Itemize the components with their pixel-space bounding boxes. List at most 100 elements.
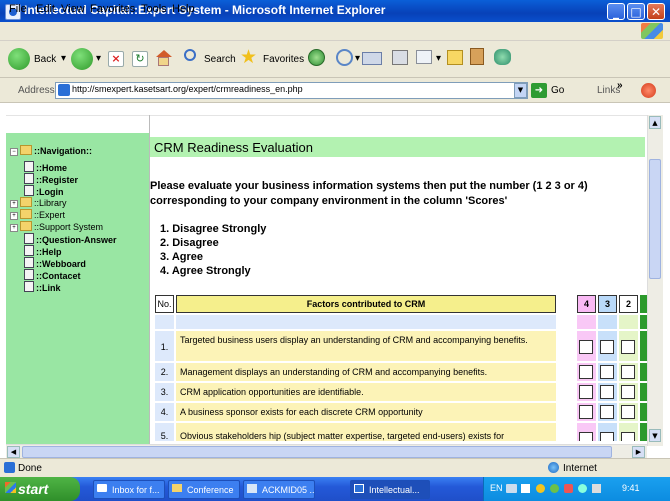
row-5-score-2-checkbox[interactable]: [621, 432, 635, 441]
favorites-label[interactable]: Favorites: [263, 54, 304, 65]
row-4-score-4-checkbox[interactable]: [579, 405, 593, 419]
menu-tools[interactable]: Tools: [141, 3, 167, 15]
address-dropdown-icon[interactable]: ▼: [514, 83, 527, 98]
close-button[interactable]: ✕: [647, 3, 665, 20]
collapse-icon[interactable]: −: [10, 148, 18, 156]
app-task-icon: [247, 484, 257, 493]
sidebar-item-link[interactable]: ::Link: [24, 281, 61, 293]
history-dropdown-icon[interactable]: ▾: [355, 53, 360, 64]
sidebar-item-support-system[interactable]: +::Support System: [10, 221, 103, 232]
back-dropdown-icon[interactable]: ▾: [61, 53, 66, 64]
favorites-star-icon[interactable]: ★: [240, 46, 257, 68]
minimize-button[interactable]: _: [607, 3, 625, 20]
go-arrow-icon[interactable]: ➜: [531, 83, 547, 98]
language-indicator[interactable]: EN: [490, 483, 503, 493]
search-label[interactable]: Search: [204, 54, 236, 65]
row-3-s2-cell: [619, 383, 638, 401]
row-2-score-2-checkbox[interactable]: [621, 365, 635, 379]
menu-edit[interactable]: Edit: [36, 3, 55, 15]
tray-app-icon[interactable]: [550, 484, 559, 493]
go-button[interactable]: Go: [551, 85, 564, 96]
toolbar-extension-icon[interactable]: [641, 83, 656, 98]
row-4-s2-cell: [619, 403, 638, 421]
row-4-score-3-checkbox[interactable]: [600, 405, 614, 419]
forward-arrow-icon[interactable]: [71, 48, 93, 70]
row-5-score-4-checkbox[interactable]: [579, 432, 593, 441]
spacer-factors: [176, 315, 556, 329]
sidebar-item-contacet[interactable]: ::Contacet: [24, 269, 81, 281]
vertical-scroll-thumb[interactable]: [649, 159, 661, 279]
sidebar-item-webboard[interactable]: ::Webboard: [24, 257, 86, 269]
edit-dropdown-icon[interactable]: ▾: [436, 53, 441, 64]
tray-messenger-icon[interactable]: [578, 484, 587, 493]
forward-dropdown-icon[interactable]: ▾: [96, 53, 101, 64]
back-label[interactable]: Back: [34, 54, 56, 65]
tray-volume-icon[interactable]: [592, 484, 601, 493]
research-icon[interactable]: [470, 48, 484, 65]
search-icon[interactable]: [184, 49, 196, 61]
horizontal-scrollbar[interactable]: ◀ ▶: [6, 444, 647, 459]
row-4-s1-cell: [640, 403, 647, 421]
discuss-icon[interactable]: [447, 50, 463, 65]
scroll-up-icon[interactable]: ▲: [649, 116, 661, 129]
links-expand-icon[interactable]: »: [617, 80, 623, 91]
maximize-button[interactable]: □: [627, 3, 645, 20]
nav-header[interactable]: −::Navigation::: [10, 145, 92, 156]
address-url[interactable]: http://smexpert.kasetsart.org/expert/crm…: [72, 84, 303, 94]
row-3-score-2-checkbox[interactable]: [621, 385, 635, 399]
scroll-down-icon[interactable]: ▼: [649, 429, 661, 442]
back-arrow-icon[interactable]: [8, 48, 30, 70]
sidebar-item-login[interactable]: :Login: [24, 185, 64, 197]
edit-icon[interactable]: [416, 50, 432, 64]
scroll-left-icon[interactable]: ◀: [7, 446, 20, 458]
page-icon: [24, 257, 34, 268]
refresh-icon[interactable]: ↻: [132, 51, 148, 67]
ie-task-icon: [354, 484, 364, 493]
menu-file[interactable]: File: [9, 3, 27, 15]
row-4-score-2-checkbox[interactable]: [621, 405, 635, 419]
row-3-score-4-checkbox[interactable]: [579, 385, 593, 399]
spacer-no: [155, 315, 174, 329]
expand-icon[interactable]: +: [10, 212, 18, 220]
address-label: Address: [18, 85, 55, 96]
tray-keyboard-icon[interactable]: [506, 484, 517, 493]
messenger-icon[interactable]: [494, 49, 511, 65]
sidebar-item-label: ::Register: [36, 175, 79, 185]
sidebar-item-register[interactable]: ::Register: [24, 173, 78, 185]
row-3-score-3-checkbox[interactable]: [600, 385, 614, 399]
tray-help-icon[interactable]: [536, 484, 545, 493]
row-1-score-4-checkbox[interactable]: [579, 340, 593, 354]
row-5-score-3-checkbox[interactable]: [600, 432, 614, 441]
menu-view[interactable]: View: [61, 3, 85, 15]
row-2-score-3-checkbox[interactable]: [600, 365, 614, 379]
sidebar-item-question-answer[interactable]: ::Question-Answer: [24, 233, 117, 245]
expand-icon[interactable]: +: [10, 224, 18, 232]
home-icon[interactable]: [155, 50, 173, 66]
frame-divider: [149, 115, 150, 445]
menu-favorites[interactable]: Favorites: [90, 3, 135, 15]
scroll-right-icon[interactable]: ▶: [632, 446, 645, 458]
vertical-scrollbar[interactable]: ▲ ▼: [647, 115, 663, 446]
menu-help[interactable]: Help: [172, 3, 195, 15]
history-icon[interactable]: [336, 49, 353, 66]
row-2-s4-cell: [577, 363, 596, 381]
stop-icon[interactable]: ×: [108, 51, 124, 67]
row-1-score-2-checkbox[interactable]: [621, 340, 635, 354]
horizontal-scroll-thumb[interactable]: [22, 446, 612, 458]
expand-icon[interactable]: +: [10, 200, 18, 208]
mail-icon[interactable]: [362, 52, 382, 65]
row-1-score-3-checkbox[interactable]: [600, 340, 614, 354]
tray-network-icon[interactable]: [521, 484, 530, 493]
sidebar-item-help[interactable]: ::Help: [24, 245, 62, 257]
row-4-s4-cell: [577, 403, 596, 421]
row-2-score-4-checkbox[interactable]: [579, 365, 593, 379]
sidebar-item-home[interactable]: ::Home: [24, 161, 67, 173]
sidebar-item-expert[interactable]: +::Expert: [10, 209, 65, 220]
start-label[interactable]: start: [18, 481, 48, 497]
tray-security-icon[interactable]: [564, 484, 573, 493]
media-icon[interactable]: [308, 49, 325, 66]
row-3-s4-cell: [577, 383, 596, 401]
row-1-s1-cell: [640, 331, 647, 361]
sidebar-item-library[interactable]: +::Library: [10, 197, 67, 208]
print-icon[interactable]: [392, 50, 408, 65]
